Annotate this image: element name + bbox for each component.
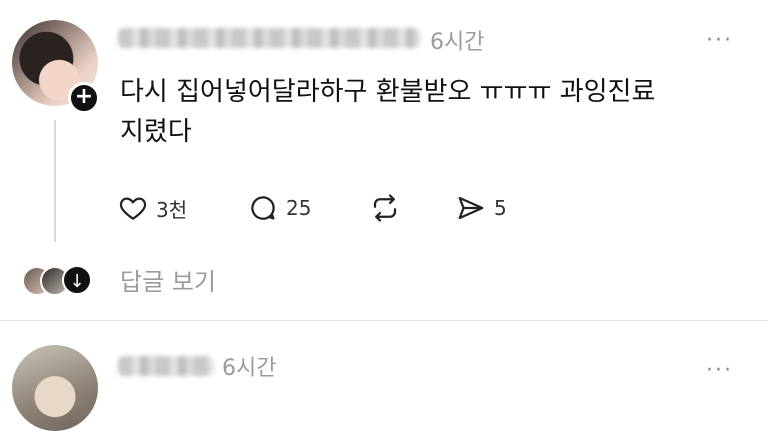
repost-icon xyxy=(373,194,397,222)
post-text: 다시 집어넣어달라하구 환불받오 ㅠㅠㅠ 과잉진료 지렸다 xyxy=(120,72,720,152)
send-icon xyxy=(458,196,484,220)
arrow-down-icon[interactable]: ↓ xyxy=(62,265,92,295)
post-text-line: 지렸다 xyxy=(120,117,192,147)
username-blurred[interactable] xyxy=(118,356,214,376)
like-button[interactable]: 3천 xyxy=(118,193,187,223)
username-blurred[interactable] xyxy=(118,28,420,48)
avatar[interactable] xyxy=(12,345,98,431)
share-button[interactable]: 5 xyxy=(456,193,507,223)
share-count: 5 xyxy=(494,196,507,220)
post-time: 6시간 xyxy=(222,356,277,381)
divider xyxy=(0,320,768,321)
comment-count: 25 xyxy=(286,196,312,220)
follow-plus-icon[interactable]: + xyxy=(68,82,100,114)
like-count: 3천 xyxy=(156,197,188,222)
view-replies-link[interactable]: 답글 보기 xyxy=(120,262,216,297)
more-options-button[interactable]: ··· xyxy=(706,30,733,52)
comment-icon xyxy=(251,196,275,220)
post-text-line: 다시 집어넣어달라하구 환불받오 ㅠㅠㅠ 과잉진료 xyxy=(120,77,656,107)
heart-icon xyxy=(119,197,147,220)
more-options-button[interactable]: ··· xyxy=(706,360,733,382)
comment-button[interactable]: 25 xyxy=(248,193,311,223)
thread-line xyxy=(54,120,56,242)
post-time: 6시간 xyxy=(430,30,485,55)
repost-button[interactable] xyxy=(370,193,400,223)
